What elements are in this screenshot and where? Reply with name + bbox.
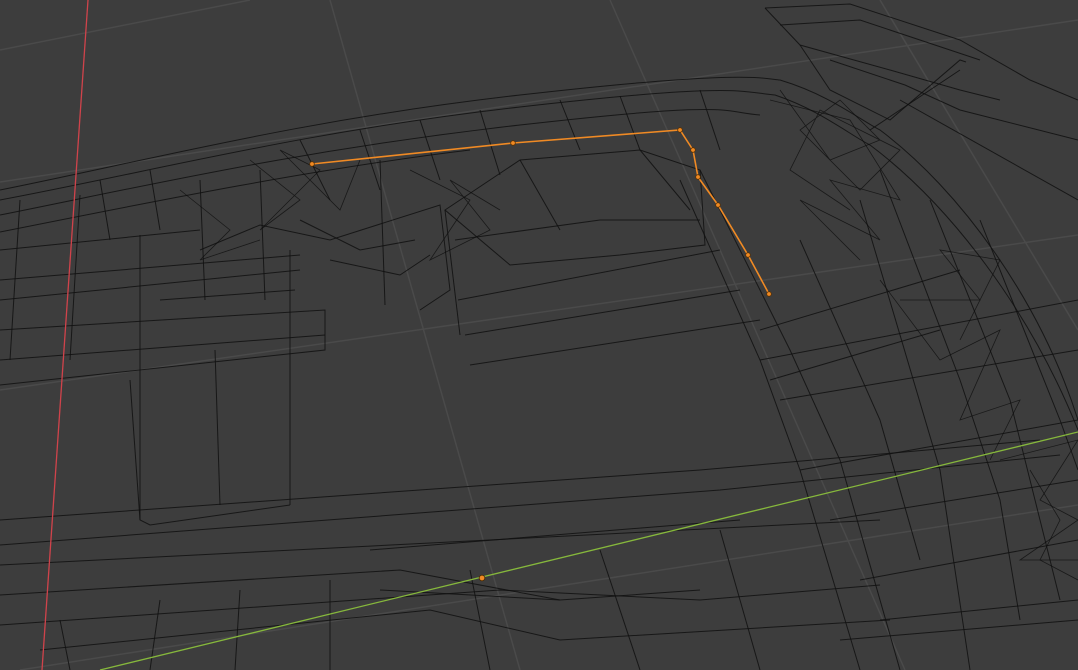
viewport-canvas[interactable] bbox=[0, 0, 1078, 670]
y-axis-line bbox=[99, 431, 1078, 670]
selected-vertex[interactable] bbox=[677, 127, 683, 133]
car-mesh-wireframe[interactable] bbox=[0, 3, 1078, 670]
3d-viewport[interactable] bbox=[0, 0, 1078, 670]
selected-vertex[interactable] bbox=[309, 161, 315, 167]
selected-vertices[interactable] bbox=[309, 127, 772, 297]
selected-vertex[interactable] bbox=[510, 140, 516, 146]
selected-edge-loop[interactable] bbox=[311, 129, 770, 295]
selected-vertex[interactable] bbox=[766, 291, 772, 297]
selected-vertex[interactable] bbox=[745, 252, 751, 258]
selected-vertex[interactable] bbox=[690, 147, 696, 153]
origin-dot-icon[interactable] bbox=[478, 574, 486, 582]
selected-vertex[interactable] bbox=[695, 174, 701, 180]
x-axis-line bbox=[41, 0, 89, 670]
selected-vertex[interactable] bbox=[715, 202, 721, 208]
